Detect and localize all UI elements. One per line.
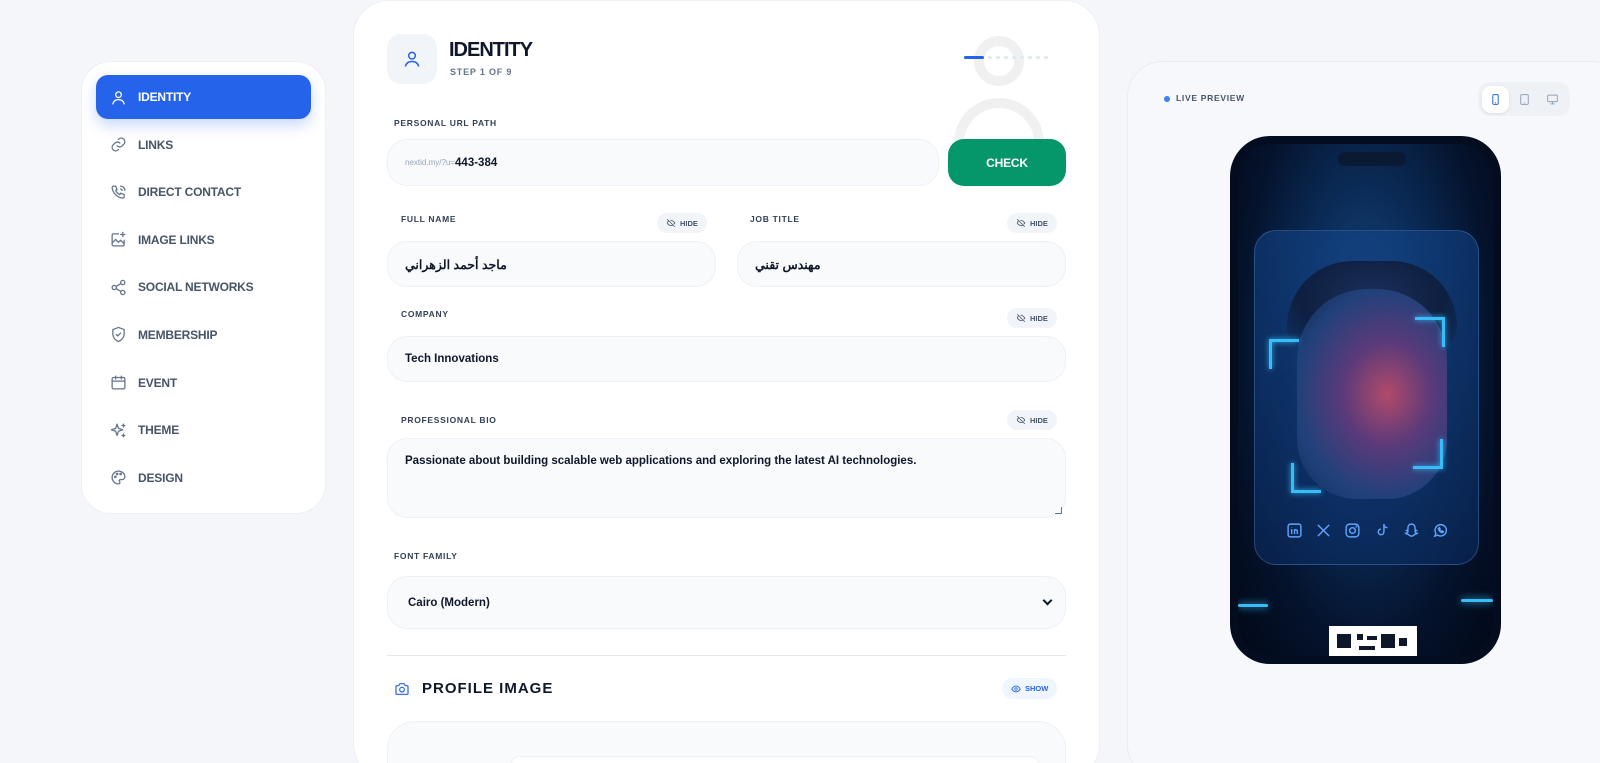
- linkedin-icon[interactable]: [1285, 521, 1303, 539]
- job-title-field[interactable]: مهندس تقني: [737, 241, 1066, 287]
- sidebar-item-theme[interactable]: THEME: [96, 408, 311, 452]
- phone-notch: [1338, 152, 1406, 166]
- live-indicator-dot: [1164, 96, 1170, 102]
- user-watermark-icon: [949, 36, 1049, 158]
- phone-icon: [110, 184, 127, 201]
- sidebar-item-label: DESIGN: [138, 470, 183, 485]
- calendar-icon: [110, 374, 127, 391]
- sidebar-item-social-networks[interactable]: SOCIAL NETWORKS: [96, 265, 311, 309]
- url-path-label: PERSONAL URL PATH: [394, 118, 497, 128]
- url-path-input[interactable]: nextid.my/?u= 443-384: [387, 139, 939, 186]
- section-divider: [387, 655, 1066, 656]
- tiktok-icon[interactable]: [1373, 521, 1391, 539]
- url-prefix: nextid.my/?u=: [405, 158, 456, 167]
- eye-off-icon: [1016, 218, 1026, 228]
- hide-label: HIDE: [1030, 218, 1048, 228]
- url-value: 443-384: [455, 156, 498, 169]
- scan-bracket: [1413, 439, 1443, 469]
- eye-off-icon: [1016, 415, 1026, 425]
- chevron-down-icon: [1042, 595, 1053, 606]
- sidebar-item-label: SOCIAL NETWORKS: [138, 280, 254, 295]
- sidebar-item-label: THEME: [138, 423, 180, 438]
- hide-label: HIDE: [680, 218, 698, 228]
- bio-textarea[interactable]: Passionate about building scalable web a…: [387, 438, 1066, 518]
- image-plus-icon: [110, 231, 127, 248]
- user-icon: [110, 89, 127, 106]
- x-icon[interactable]: [1314, 521, 1332, 539]
- company-hide-toggle[interactable]: HIDE: [1007, 308, 1057, 328]
- palette-icon: [110, 469, 127, 486]
- company-field[interactable]: Tech Innovations: [387, 336, 1066, 382]
- tablet-view-button[interactable]: [1511, 86, 1538, 113]
- job-title-label: JOB TITLE: [750, 214, 800, 224]
- job-title-hide-toggle[interactable]: HIDE: [1007, 213, 1057, 233]
- font-family-label: FONT FAMILY: [394, 551, 458, 561]
- hide-label: HIDE: [1030, 415, 1048, 425]
- qr-code: [1329, 626, 1417, 656]
- sidebar-item-label: MEMBERSHIP: [138, 327, 218, 342]
- sparkles-icon: [110, 422, 127, 439]
- sidebar-item-direct-contact[interactable]: DIRECT CONTACT: [96, 170, 311, 214]
- sidebar-item-label: EVENT: [138, 375, 178, 390]
- sidebar-item-membership[interactable]: MEMBERSHIP: [96, 313, 311, 357]
- snapchat-icon[interactable]: [1403, 521, 1421, 539]
- company-label: COMPANY: [401, 309, 449, 319]
- phone-mockup: [1230, 136, 1501, 664]
- hide-label: HIDE: [1030, 313, 1048, 323]
- decorative-glow: [1238, 604, 1268, 607]
- sidebar-item-identity[interactable]: IDENTITY: [96, 75, 311, 119]
- scan-bracket: [1269, 339, 1299, 369]
- profile-image-title: PROFILE IMAGE: [422, 680, 554, 697]
- desktop-icon: [1547, 94, 1559, 104]
- step-progress: [964, 56, 1048, 59]
- resize-handle[interactable]: [1055, 507, 1062, 514]
- sidebar-item-design[interactable]: DESIGN: [96, 456, 311, 500]
- sidebar-item-label: DIRECT CONTACT: [138, 185, 241, 200]
- font-family-value: Cairo (Modern): [408, 596, 490, 609]
- link-icon: [110, 136, 127, 153]
- mobile-view-button[interactable]: [1482, 85, 1509, 113]
- sidebar-item-label: IMAGE LINKS: [138, 232, 215, 247]
- sidebar-item-links[interactable]: LINKS: [96, 123, 311, 167]
- scan-bracket: [1291, 463, 1321, 493]
- eye-icon: [1011, 685, 1021, 692]
- instagram-icon[interactable]: [1344, 521, 1362, 539]
- sidebar-item-label: IDENTITY: [138, 90, 192, 104]
- social-icons-row: [1285, 521, 1450, 539]
- page-title: IDENTITY: [449, 39, 533, 61]
- profile-image-upload-area[interactable]: [387, 721, 1066, 763]
- bio-label: PROFESSIONAL BIO: [401, 415, 497, 425]
- camera-icon: [394, 681, 410, 697]
- mobile-icon: [1492, 93, 1499, 105]
- sidebar-nav: IDENTITY LINKS DIRECT CONTACT IMAGE LINK…: [81, 61, 326, 514]
- bio-hide-toggle[interactable]: HIDE: [1007, 410, 1057, 430]
- eye-off-icon: [666, 218, 676, 228]
- sidebar-item-event[interactable]: EVENT: [96, 361, 311, 405]
- eye-off-icon: [1016, 313, 1026, 323]
- share-icon: [110, 279, 127, 296]
- tablet-icon: [1519, 93, 1529, 105]
- profile-image-show-toggle[interactable]: SHOW: [1002, 678, 1058, 699]
- step-indicator: STEP 1 OF 9: [450, 67, 513, 77]
- show-label: SHOW: [1025, 684, 1049, 693]
- font-family-select[interactable]: Cairo (Modern): [387, 576, 1066, 629]
- scan-bracket: [1415, 317, 1445, 347]
- phone-screen: [1238, 144, 1493, 656]
- user-icon: [387, 34, 437, 84]
- check-button[interactable]: CHECK: [948, 139, 1066, 186]
- bio-text: Passionate about building scalable web a…: [405, 455, 917, 467]
- shield-check-icon: [110, 326, 127, 343]
- full-name-field[interactable]: ماجد أحمد الزهراني: [387, 241, 716, 287]
- decorative-glow: [1461, 599, 1493, 602]
- whatsapp-icon[interactable]: [1432, 521, 1450, 539]
- live-preview-label: LIVE PREVIEW: [1176, 93, 1245, 103]
- full-name-label: FULL NAME: [401, 214, 457, 224]
- sidebar-item-label: LINKS: [138, 137, 174, 152]
- desktop-view-button[interactable]: [1539, 86, 1566, 113]
- device-switcher: [1478, 82, 1570, 116]
- profile-card-preview: [1254, 230, 1479, 565]
- sidebar-item-image-links[interactable]: IMAGE LINKS: [96, 218, 311, 262]
- identity-form-card: IDENTITY STEP 1 OF 9 PERSONAL URL PATH n…: [353, 0, 1100, 763]
- full-name-hide-toggle[interactable]: HIDE: [657, 213, 707, 233]
